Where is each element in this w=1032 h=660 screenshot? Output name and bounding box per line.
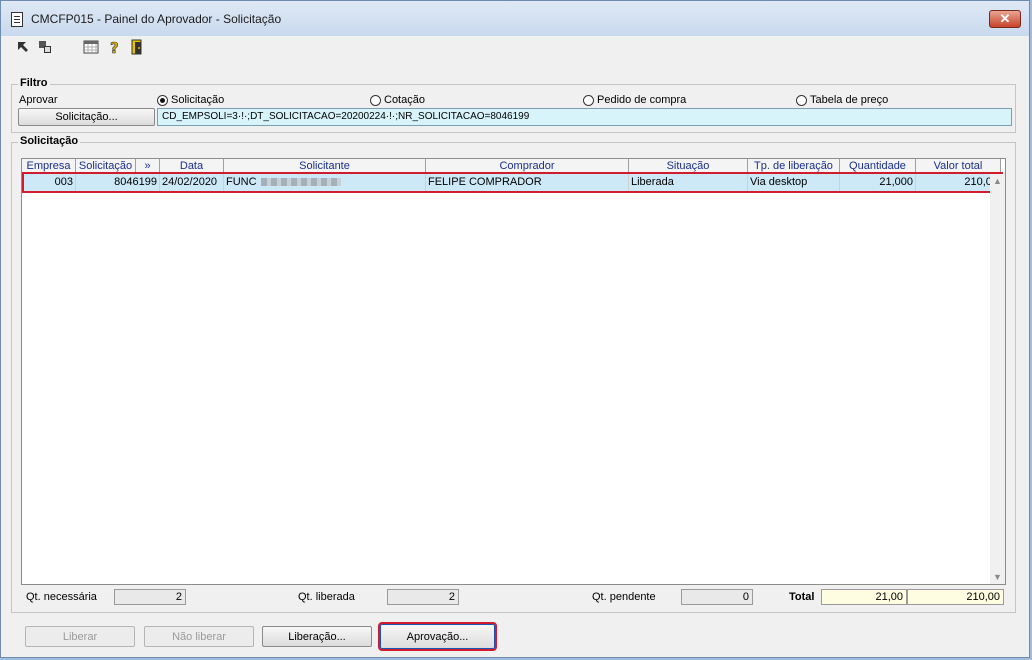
col-data[interactable]: Data (160, 159, 224, 174)
total-valor-field: 210,00 (907, 589, 1004, 605)
solicitacao-group-label: Solicitação (18, 135, 81, 147)
col-valor-total[interactable]: Valor total (916, 159, 1001, 174)
cell-solicitacao: 8046199 (76, 174, 160, 191)
table-row[interactable]: 003 8046199 24/02/2020 FUNC FELIPE COMPR… (22, 172, 1003, 193)
solicitante-text: FUNC (226, 176, 257, 188)
radio-tabela-preco[interactable]: Tabela de preço (796, 94, 888, 106)
solicitacao-grid: Empresa Solicitação » Data Solicitante C… (21, 158, 1006, 585)
cell-valor-total: 210,00 (916, 174, 1001, 191)
total-quantidade-field: 21,00 (821, 589, 907, 605)
window-tile-icon[interactable] (37, 39, 53, 55)
radio-pedido-compra-label: Pedido de compra (597, 94, 687, 106)
cell-comprador: FELIPE COMPRADOR (426, 174, 629, 191)
scroll-down-icon[interactable]: ▼ (993, 572, 1002, 582)
arrow-back-icon[interactable] (15, 39, 31, 55)
qt-pendente-field: 0 (681, 589, 753, 605)
qt-liberada-label: Qt. liberada (298, 591, 355, 603)
filter-query-field[interactable]: CD_EMPSOLI=3·!·;DT_SOLICITACAO=20200224·… (157, 108, 1012, 126)
client-area: ? Filtro Aprovar Solicitação Cotação Ped… (9, 36, 1021, 651)
nao-liberar-button[interactable]: Não liberar (144, 626, 254, 647)
radio-tabela-preco-dot (796, 94, 807, 106)
solicitacao-lookup-button[interactable]: Solicitação... (18, 108, 155, 126)
col-situacao[interactable]: Situação (629, 159, 748, 174)
approve-label: Aprovar (19, 94, 58, 106)
col-tp-liberacao[interactable]: Tp. de liberação (748, 159, 840, 174)
col-solicitante[interactable]: Solicitante (224, 159, 426, 174)
col-quantidade[interactable]: Quantidade (840, 159, 916, 174)
main-window: CMCFP015 - Painel do Aprovador - Solicit… (0, 0, 1030, 658)
cell-tp-liberacao: Via desktop (748, 174, 840, 191)
toolbar: ? (9, 36, 1021, 58)
qt-liberada-field: 2 (387, 589, 459, 605)
qt-necessaria-label: Qt. necessária (26, 591, 97, 603)
close-button[interactable]: ✕ (989, 10, 1021, 28)
cell-situacao: Liberada (629, 174, 748, 191)
help-icon[interactable]: ? (107, 39, 123, 55)
window-title: CMCFP015 - Painel do Aprovador - Solicit… (31, 12, 282, 26)
exit-door-icon[interactable] (129, 39, 145, 55)
col-comprador[interactable]: Comprador (426, 159, 629, 174)
radio-cotacao-dot (370, 94, 381, 106)
radio-pedido-compra[interactable]: Pedido de compra (583, 94, 686, 106)
svg-text:?: ? (110, 39, 119, 55)
liberar-button[interactable]: Liberar (25, 626, 135, 647)
radio-cotacao-label: Cotação (384, 94, 425, 106)
radio-solicitacao-label: Solicitação (171, 94, 225, 106)
qt-necessaria-field: 2 (114, 589, 186, 605)
calendar-icon[interactable] (83, 39, 99, 55)
liberacao-button[interactable]: Liberação... (262, 626, 372, 647)
radio-pedido-compra-dot (583, 94, 594, 106)
cell-quantidade: 21,000 (840, 174, 916, 191)
radio-solicitacao-dot (157, 94, 168, 106)
cell-empresa: 003 (24, 174, 76, 191)
aprovacao-button[interactable]: Aprovação... (378, 622, 497, 651)
cell-data: 24/02/2020 (160, 174, 224, 191)
cell-solicitante: FUNC (224, 174, 426, 191)
col-solicitacao[interactable]: Solicitação (76, 159, 136, 174)
col-expand[interactable]: » (136, 159, 160, 174)
col-empresa[interactable]: Empresa (22, 159, 76, 174)
vertical-scrollbar[interactable]: ▲ ▼ (990, 174, 1005, 584)
total-label: Total (789, 591, 815, 603)
scroll-up-icon[interactable]: ▲ (993, 176, 1002, 186)
document-icon (11, 12, 23, 27)
grid-header: Empresa Solicitação » Data Solicitante C… (22, 159, 1001, 174)
radio-solicitacao[interactable]: Solicitação (157, 94, 224, 106)
radio-cotacao[interactable]: Cotação (370, 94, 425, 106)
filter-group-label: Filtro (18, 77, 50, 89)
redacted-name (260, 178, 341, 187)
radio-tabela-preco-label: Tabela de preço (810, 94, 889, 106)
title-bar: CMCFP015 - Painel do Aprovador - Solicit… (1, 1, 1029, 36)
qt-pendente-label: Qt. pendente (592, 591, 656, 603)
